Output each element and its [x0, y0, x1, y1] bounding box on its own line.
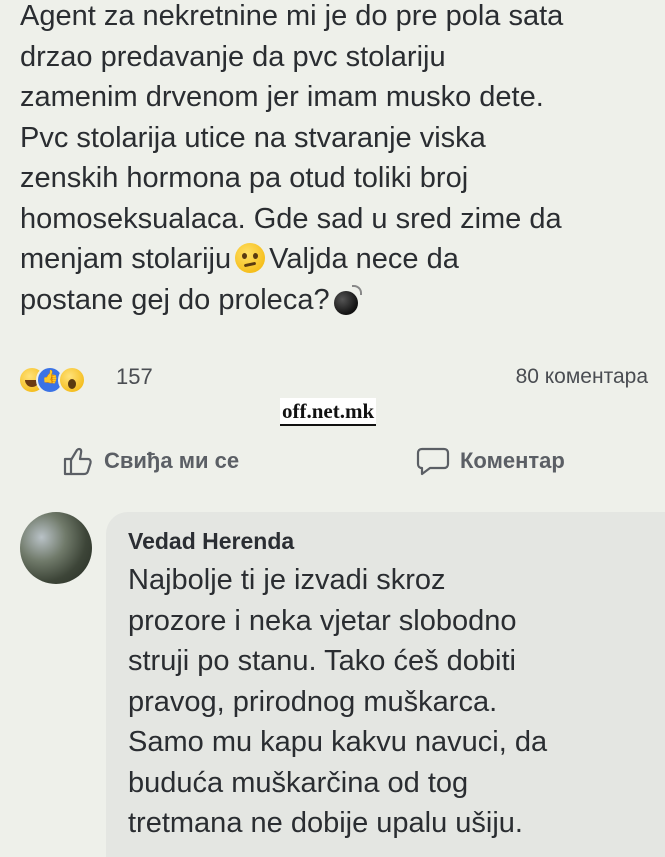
- bomb-icon: [333, 284, 362, 315]
- comment-item: Vedad Herenda Najbolje ti je izvadi skro…: [20, 512, 665, 857]
- comment-line: buduća muškarčina od tog: [128, 766, 469, 799]
- post-text: Agent za nekretnine mi je do pre pola sa…: [20, 0, 660, 320]
- comment-button[interactable]: Коментар: [416, 446, 565, 476]
- post-line: Agent za nekretnine mi je do pre pola sa…: [20, 0, 564, 32]
- wow-reaction-icon: [58, 366, 86, 394]
- comment-line: struji po stanu. Tako ćeš dobiti: [128, 645, 516, 677]
- comment-text: Najbolje ti je izvadi skroz prozore i ne…: [128, 560, 663, 844]
- post-line: homoseksualaca. Gde sad u sred zime da: [20, 202, 562, 235]
- speech-bubble-icon: [416, 446, 450, 476]
- avatar[interactable]: [20, 512, 92, 584]
- post-line-with-emoji: menjam stolariju Valjda nece da: [20, 239, 660, 280]
- comment-line: Najbolje ti je izvadi skroz: [128, 564, 446, 596]
- post-line-part: postane gej do proleca?: [20, 283, 330, 316]
- comment-count-link[interactable]: 80 коментара: [516, 365, 648, 389]
- comment-line: tretmana ne dobije upalu ušiju.: [128, 807, 523, 839]
- post-line-part: Valjda nece da: [269, 243, 459, 275]
- post-line-part: menjam stolariju: [20, 243, 232, 275]
- watermark: off.net.mk: [280, 398, 377, 426]
- comment-bubble: Vedad Herenda Najbolje ti je izvadi skro…: [106, 512, 665, 857]
- confused-face-icon: [235, 243, 266, 274]
- post-line: zamenim drvenom jer imam musko dete.: [20, 81, 544, 113]
- comment-author[interactable]: Vedad Herenda: [128, 528, 294, 555]
- comment-line: pravog, prirodnog muškarca.: [128, 685, 498, 718]
- post-action-bar: Свиђа ми се Коментар: [0, 440, 665, 486]
- comment-button-label: Коментар: [460, 448, 565, 473]
- like-button[interactable]: Свиђа ми се: [62, 446, 239, 476]
- comment-line: prozore i neka vjetar slobodno: [128, 604, 517, 637]
- thumbs-up-icon: [62, 446, 94, 476]
- post-line: zenskih hormona pa otud toliki broj: [20, 162, 469, 194]
- post-line: drzao predavanje da pvc stolariju: [20, 40, 446, 73]
- reaction-count[interactable]: 157: [116, 364, 153, 390]
- post-line: Pvc stolarija utice na stvaranje viska: [20, 121, 486, 154]
- comment-line: Samo mu kapu kakvu navuci, da: [128, 726, 548, 758]
- like-button-label: Свиђа ми се: [104, 448, 240, 473]
- post-line-with-emoji: postane gej do proleca?: [20, 280, 660, 321]
- post-stats: 157 80 коментара: [18, 362, 648, 396]
